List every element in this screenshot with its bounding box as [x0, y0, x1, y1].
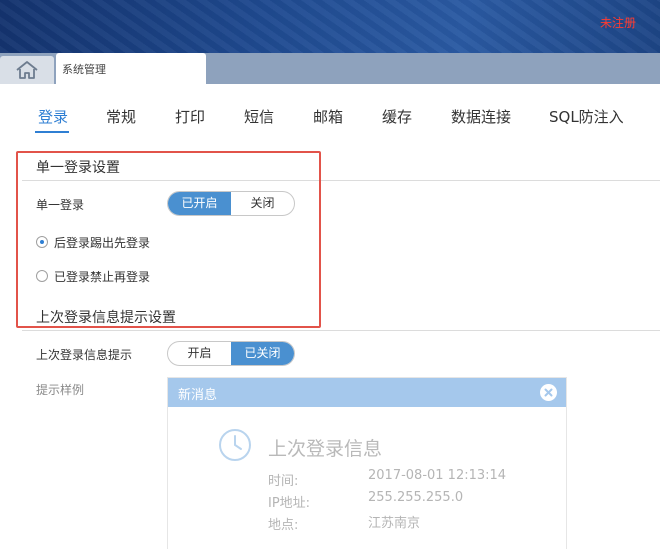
- ip-value: 255.255.255.0: [368, 490, 464, 505]
- tab-print[interactable]: 打印: [175, 106, 205, 127]
- tab-cache[interactable]: 缓存: [382, 106, 412, 127]
- toggle-option-enabled[interactable]: 开启: [168, 342, 231, 365]
- tab-login[interactable]: 登录: [38, 106, 68, 127]
- last-login-label: 上次登录信息提示: [36, 348, 133, 362]
- register-link[interactable]: 未注册: [600, 14, 636, 31]
- highlight-box: [16, 151, 321, 328]
- preview-header-title: 新消息: [178, 388, 218, 403]
- preview-header: 新消息: [168, 378, 566, 407]
- app-window: 未注册 系统管理 登录 常规 打印 短信 邮箱 缓存 数据连接 SQL防注入 单…: [0, 0, 660, 549]
- home-tab[interactable]: [0, 56, 54, 84]
- location-value: 江苏南京: [368, 516, 421, 531]
- preview-title: 上次登录信息: [268, 438, 383, 460]
- home-icon: [16, 61, 38, 79]
- location-key: 地点:: [268, 518, 299, 533]
- tab-data-connection[interactable]: 数据连接: [451, 106, 511, 127]
- ip-key: IP地址:: [268, 496, 311, 511]
- time-value: 2017-08-01 12:13:14: [368, 468, 507, 483]
- tab-sql-injection[interactable]: SQL防注入: [549, 106, 624, 127]
- divider: [22, 330, 660, 331]
- tab-sms[interactable]: 短信: [244, 106, 274, 127]
- settings-tabs: 登录 常规 打印 短信 邮箱 缓存 数据连接 SQL防注入: [0, 106, 660, 136]
- last-login-toggle[interactable]: 开启 已关闭: [167, 341, 295, 366]
- tab-label: 系统管理: [62, 63, 106, 76]
- time-key: 时间:: [268, 474, 299, 489]
- toggle-option-disabled[interactable]: 已关闭: [231, 342, 294, 365]
- tab-bar: 系统管理: [0, 53, 660, 84]
- top-banner: [0, 0, 660, 53]
- clock-icon: [219, 429, 251, 461]
- login-info-preview: 新消息 上次登录信息 时间: 2017-08-01 12:13:14 IP地址:…: [167, 377, 567, 549]
- tab-system-management[interactable]: 系统管理: [56, 53, 206, 84]
- example-label: 提示样例: [36, 383, 85, 397]
- close-icon[interactable]: [540, 384, 557, 401]
- tab-general[interactable]: 常规: [106, 106, 136, 127]
- active-tab-indicator: [35, 131, 69, 133]
- tab-email[interactable]: 邮箱: [313, 106, 343, 127]
